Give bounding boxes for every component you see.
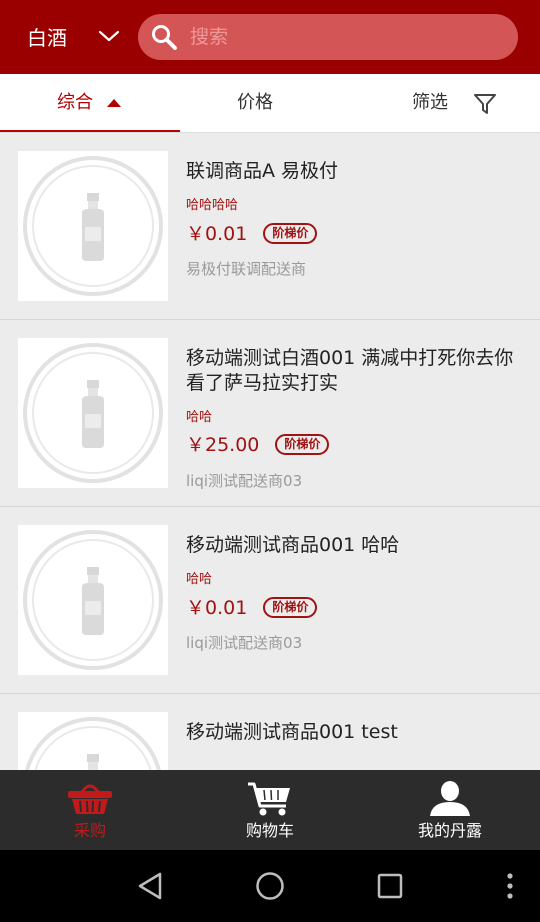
product-subtitle: 哈哈	[186, 410, 213, 425]
tab-cart-label: 购物车	[245, 821, 294, 840]
category-label: 白酒	[27, 26, 67, 50]
tab-purchase-label: 采购	[73, 821, 106, 840]
product-title: 联调商品A 易极付	[186, 160, 339, 182]
bottle-placeholder-icon	[23, 343, 163, 483]
product-title: 移动端测试商品001 test	[186, 721, 398, 743]
product-item[interactable]: 联调商品A 易极付 哈哈哈哈 ￥0.01 阶梯价 易极付联调配送商	[0, 133, 540, 320]
recents-button[interactable]	[370, 866, 410, 906]
product-image	[18, 338, 168, 488]
sort-ascending-icon	[107, 99, 121, 107]
tab-my-account-label: 我的丹露	[417, 821, 482, 840]
product-subtitle: 哈哈	[186, 572, 213, 587]
home-button[interactable]	[250, 866, 290, 906]
app-header: 白酒	[0, 0, 540, 74]
tier-price-badge: 阶梯价	[275, 434, 330, 455]
product-image	[18, 525, 168, 675]
product-image	[18, 151, 168, 301]
tab-filter-label: 筛选	[412, 92, 448, 113]
tab-purchase[interactable]: 采购	[0, 770, 180, 850]
search-input[interactable]	[190, 14, 500, 60]
search-icon	[152, 25, 177, 50]
tab-price[interactable]: 价格	[180, 74, 360, 132]
more-vertical-icon	[507, 873, 513, 899]
product-price: ￥0.01	[186, 223, 248, 245]
tab-comprehensive-label: 综合	[57, 92, 93, 113]
product-vendor: 易极付联调配送商	[186, 260, 307, 278]
back-button[interactable]	[130, 866, 170, 906]
sort-bar: 综合 价格 筛选	[0, 74, 540, 133]
user-icon	[430, 781, 470, 816]
tab-my-account[interactable]: 我的丹露	[360, 770, 540, 850]
product-list[interactable]: 联调商品A 易极付 哈哈哈哈 ￥0.01 阶梯价 易极付联调配送商 移动端测试白酒…	[0, 133, 540, 770]
bottle-placeholder-icon	[25, 717, 161, 770]
tab-comprehensive[interactable]: 综合	[0, 74, 180, 132]
category-selector[interactable]: 白酒	[0, 0, 138, 74]
system-nav-bar	[0, 850, 540, 922]
search-bar[interactable]	[138, 14, 518, 60]
bottle-placeholder-icon	[23, 156, 163, 296]
product-title: 移动端测试商品001 哈哈	[186, 534, 400, 556]
overflow-menu-button[interactable]	[490, 866, 530, 906]
bottle-placeholder-icon	[23, 530, 163, 670]
product-price-row: ￥0.01 阶梯价	[186, 221, 318, 247]
product-title: 移动端测试白酒001 满减中打死你去你看了萨马拉实打实	[186, 347, 514, 394]
chevron-down-icon	[98, 30, 120, 42]
tier-price-badge: 阶梯价	[263, 223, 318, 244]
product-price: ￥0.01	[186, 597, 248, 619]
filter-icon	[474, 94, 496, 114]
product-image	[18, 712, 168, 770]
product-subtitle: 哈哈哈哈	[186, 198, 239, 213]
product-item[interactable]: 移动端测试商品001 test	[0, 694, 540, 770]
product-item[interactable]: 移动端测试白酒001 满减中打死你去你看了萨马拉实打实 哈哈 ￥25.00 阶梯价…	[0, 320, 540, 507]
tab-cart[interactable]: 购物车	[180, 770, 360, 850]
tab-filter[interactable]: 筛选	[360, 74, 540, 132]
tab-price-label: 价格	[237, 92, 273, 113]
product-vendor: liqi测试配送商03	[186, 472, 303, 490]
home-icon	[256, 872, 284, 900]
product-vendor: liqi测试配送商03	[186, 634, 303, 652]
tier-price-badge: 阶梯价	[263, 597, 318, 618]
basket-icon	[68, 784, 112, 814]
product-price: ￥25.00	[186, 434, 260, 456]
recents-icon	[377, 873, 403, 899]
cart-icon	[248, 782, 290, 816]
back-icon	[138, 872, 162, 900]
product-price-row: ￥25.00 阶梯价	[186, 432, 330, 458]
product-price-row: ￥0.01 阶梯价	[186, 595, 318, 621]
product-item[interactable]: 移动端测试商品001 哈哈 哈哈 ￥0.01 阶梯价 liqi测试配送商03	[0, 507, 540, 694]
bottom-tab-bar: 采购 购物车 我的丹露	[0, 770, 540, 850]
